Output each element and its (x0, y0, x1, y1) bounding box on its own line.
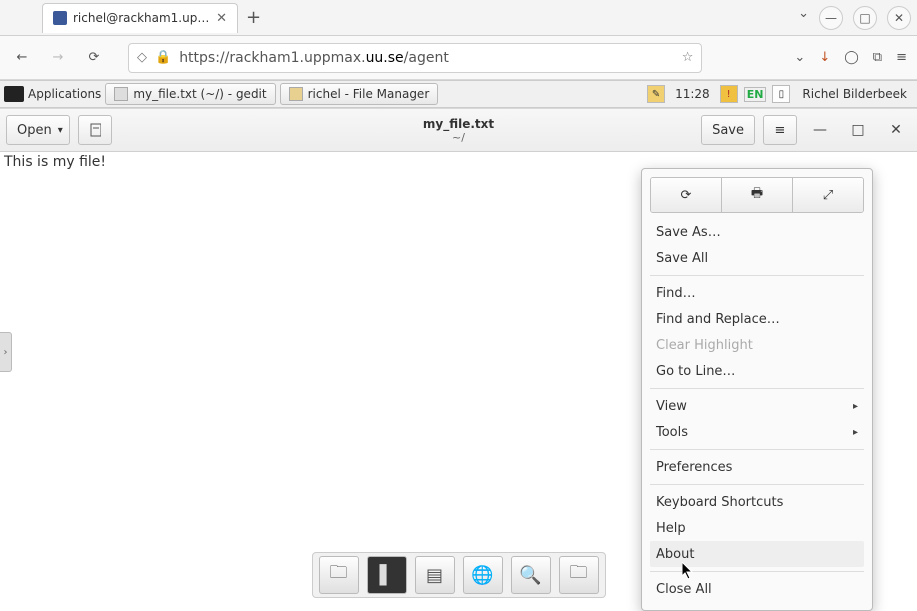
menu-item-find[interactable]: Find… (650, 280, 864, 306)
applications-label: Applications (28, 87, 101, 101)
tab-close-icon[interactable]: ✕ (216, 11, 227, 26)
new-tab-button[interactable]: + (246, 7, 261, 28)
new-document-button[interactable] (78, 115, 112, 145)
menu-item-find-replace[interactable]: Find and Replace… (650, 306, 864, 332)
editor-content: This is my file! (4, 154, 106, 170)
browser-tab-strip: richel@rackham1.uppmax ✕ + ⌄ — □ ✕ (0, 0, 917, 36)
download-icon[interactable]: ↓ (819, 50, 830, 65)
lock-icon[interactable]: 🔒 (155, 50, 171, 65)
search-icon: 🔍 (519, 565, 541, 586)
gedit-task-icon (114, 87, 128, 101)
extensions-icon[interactable]: ⧉ (873, 50, 882, 65)
dock-search-button[interactable]: 🔍 (511, 556, 551, 594)
shield-icon[interactable]: ◇ (137, 50, 147, 65)
tray-alert-icon[interactable]: ! (720, 85, 738, 103)
desktop-panel: Applications my_file.txt (~/) - gedit ri… (0, 80, 917, 108)
menu-item-about[interactable]: About (650, 541, 864, 567)
menu-separator (650, 484, 864, 485)
applications-icon (4, 86, 24, 102)
tab-favicon-icon (53, 11, 67, 25)
open-button[interactable]: Open ▾ (6, 115, 70, 145)
taskbar-label: my_file.txt (~/) - gedit (133, 87, 266, 101)
url-bar[interactable]: ◇ 🔒 https://rackham1.uppmax.uu.se/agent … (128, 43, 702, 73)
system-tray: ✎ 11:28 ! EN ▯ Richel Bilderbeek (647, 85, 913, 103)
menu-action-row: ⟳ 🖶 ⤢ (650, 177, 864, 213)
browser-maximize-button[interactable]: □ (853, 6, 877, 30)
menu-separator (650, 388, 864, 389)
hamburger-menu-button[interactable]: ≡ (763, 115, 797, 145)
applications-menu[interactable]: Applications (4, 86, 101, 102)
tab-overview-icon[interactable]: ⌄ (798, 6, 809, 30)
taskbar-item-gedit[interactable]: my_file.txt (~/) - gedit (105, 83, 275, 105)
reload-icon: ⟳ (681, 188, 692, 203)
keyboard-layout-indicator[interactable]: EN (744, 87, 767, 102)
menu-item-clear-highlight: Clear Highlight (650, 332, 864, 358)
dock-folder2-button[interactable]: 🗀 (559, 556, 599, 594)
new-doc-icon (89, 123, 101, 137)
dock-folder-button[interactable]: 🗀 (319, 556, 359, 594)
dock: 🗀 ▌ ▤ 🌐 🔍 🗀 (312, 552, 606, 598)
chevron-down-icon: ▾ (58, 125, 63, 136)
browser-minimize-button[interactable]: — (819, 6, 843, 30)
gedit-maximize-button[interactable]: □ (843, 115, 873, 145)
browser-tab-active[interactable]: richel@rackham1.uppmax ✕ (42, 3, 238, 33)
menu-separator (650, 571, 864, 572)
hamburger-icon: ≡ (775, 123, 786, 138)
menu-fullscreen-button[interactable]: ⤢ (793, 178, 863, 212)
menu-item-tools[interactable]: Tools▸ (650, 419, 864, 445)
panel-clock[interactable]: 11:28 (671, 87, 714, 101)
taskbar-label: richel - File Manager (308, 87, 430, 101)
browser-close-button[interactable]: ✕ (887, 6, 911, 30)
tray-battery-icon[interactable]: ▯ (772, 85, 790, 103)
fullscreen-icon: ⤢ (823, 188, 833, 203)
taskbar-item-filemanager[interactable]: richel - File Manager (280, 83, 439, 105)
gedit-headerbar: Open ▾ my_file.txt ~/ Save ≡ — □ ✕ (0, 108, 917, 152)
browser-toolbar-right: ⌄ ↓ ◯ ⧉ ≡ (794, 50, 907, 65)
side-panel-handle[interactable]: › (0, 332, 12, 372)
tab-bar: richel@rackham1.uppmax ✕ + (42, 3, 261, 33)
account-icon[interactable]: ◯ (844, 50, 859, 65)
menu-item-save-all[interactable]: Save All (650, 245, 864, 271)
files-icon: ▤ (426, 565, 443, 586)
nav-back-button[interactable]: ← (10, 46, 34, 70)
terminal-icon: ▌ (380, 565, 394, 586)
folder-icon: 🗀 (570, 560, 588, 590)
menu-item-goto-line[interactable]: Go to Line… (650, 358, 864, 384)
menu-separator (650, 275, 864, 276)
submenu-arrow-icon: ▸ (853, 401, 858, 412)
browser-window-controls: ⌄ — □ ✕ (798, 6, 911, 30)
tray-notes-icon[interactable]: ✎ (647, 85, 665, 103)
menu-separator (650, 449, 864, 450)
gedit-close-button[interactable]: ✕ (881, 115, 911, 145)
url-security-icons: ◇ 🔒 (137, 50, 171, 65)
hamburger-menu: ⟳ 🖶 ⤢ Save As… Save All Find… Find and R… (641, 168, 873, 611)
print-icon: 🖶 (751, 184, 763, 206)
menu-item-help[interactable]: Help (650, 515, 864, 541)
save-button[interactable]: Save (701, 115, 755, 145)
url-text: https://rackham1.uppmax.uu.se/agent (179, 50, 682, 66)
folder-icon: 🗀 (330, 560, 348, 590)
main-menu-icon[interactable]: ≡ (896, 50, 907, 65)
bookmark-star-icon[interactable]: ☆ (682, 50, 694, 65)
globe-icon: 🌐 (471, 565, 493, 586)
tab-title: richel@rackham1.uppmax (73, 11, 210, 25)
menu-reload-button[interactable]: ⟳ (651, 178, 722, 212)
menu-item-preferences[interactable]: Preferences (650, 454, 864, 480)
filemanager-task-icon (289, 87, 303, 101)
submenu-arrow-icon: ▸ (853, 427, 858, 438)
nav-forward-button: → (46, 46, 70, 70)
dock-terminal-button[interactable]: ▌ (367, 556, 407, 594)
menu-item-keyboard-shortcuts[interactable]: Keyboard Shortcuts (650, 489, 864, 515)
menu-item-close-all[interactable]: Close All (650, 576, 864, 602)
dock-files-button[interactable]: ▤ (415, 556, 455, 594)
nav-reload-button[interactable]: ⟳ (82, 46, 106, 70)
user-menu[interactable]: Richel Bilderbeek (796, 87, 913, 101)
menu-print-button[interactable]: 🖶 (722, 178, 793, 212)
browser-toolbar: ← → ⟳ ◇ 🔒 https://rackham1.uppmax.uu.se/… (0, 36, 917, 80)
pocket-icon[interactable]: ⌄ (794, 50, 805, 65)
dock-web-button[interactable]: 🌐 (463, 556, 503, 594)
gedit-minimize-button[interactable]: — (805, 115, 835, 145)
menu-item-save-as[interactable]: Save As… (650, 219, 864, 245)
menu-item-view[interactable]: View▸ (650, 393, 864, 419)
